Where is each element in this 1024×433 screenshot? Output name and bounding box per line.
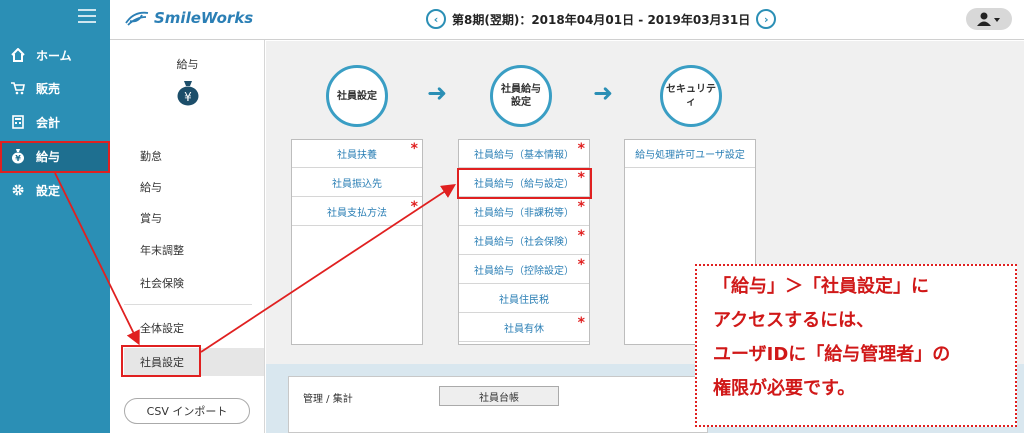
nav-item-settings[interactable]: 設定 bbox=[0, 175, 110, 205]
csv-import-button[interactable]: CSV インポート bbox=[124, 398, 250, 424]
nav-item-sales[interactable]: 販売 bbox=[0, 73, 110, 103]
user-icon bbox=[977, 12, 1000, 26]
submenu-item-bonus[interactable]: 賞与 bbox=[140, 210, 162, 226]
nav-item-home[interactable]: ホーム bbox=[0, 40, 110, 70]
callout-note: 「給与」＞「社員設定」に アクセスするには、 ユーザIDに「給与管理者」の 権限… bbox=[695, 264, 1017, 427]
link-employee-dependents[interactable]: 社員扶養 * bbox=[292, 140, 422, 168]
home-icon bbox=[10, 47, 26, 63]
nav-label: 会計 bbox=[36, 115, 61, 130]
link-salary-nontaxable[interactable]: 社員給与（非課税等） * bbox=[459, 198, 589, 226]
step-label: 社員給与設定 bbox=[501, 84, 541, 108]
hamburger-menu-icon[interactable] bbox=[78, 9, 96, 23]
next-period-button[interactable]: › bbox=[756, 9, 777, 29]
arrow-right-icon: ➜ bbox=[427, 79, 448, 107]
link-text: 社員有休 bbox=[504, 324, 544, 335]
required-mark: * bbox=[577, 141, 585, 157]
fiscal-period-selector: ‹ 第8期(翌期)：2018年04月01日 - 2019年03月31日 › bbox=[426, 9, 777, 29]
step-label: 社員設定 bbox=[337, 90, 377, 102]
step-label: セキュリティ bbox=[666, 84, 716, 108]
top-header: SmileWorks ‹ 第8期(翌期)：2018年04月01日 - 2019年… bbox=[110, 0, 1024, 40]
step-security: セキュリティ bbox=[660, 65, 722, 127]
link-paid-leave[interactable]: 社員有休 * bbox=[459, 314, 589, 342]
submenu-title: 給与 bbox=[176, 58, 199, 71]
link-text: 社員住民税 bbox=[499, 295, 549, 306]
link-resident-tax[interactable]: 社員住民税 bbox=[459, 285, 589, 313]
user-menu-button[interactable] bbox=[966, 8, 1012, 30]
required-mark: * bbox=[577, 199, 585, 215]
chevron-left-icon: ‹ bbox=[433, 12, 439, 26]
submenu-item-social-insurance[interactable]: 社会保険 bbox=[140, 275, 184, 291]
submenu-item-general-settings[interactable]: 全体設定 bbox=[140, 320, 184, 336]
submenu-divider bbox=[124, 304, 252, 305]
required-mark: * bbox=[577, 315, 585, 331]
highlight-payroll-nav bbox=[0, 141, 110, 173]
link-salary-basic[interactable]: 社員給与（基本情報） * bbox=[459, 140, 589, 168]
nav-item-accounting[interactable]: 会計 bbox=[0, 107, 110, 137]
submenu-item-salary[interactable]: 給与 bbox=[140, 179, 162, 195]
callout-line: ユーザIDに「給与管理者」の bbox=[713, 344, 951, 365]
step-employee-salary-settings: 社員給与設定 bbox=[490, 65, 552, 127]
nav-label: 販売 bbox=[36, 81, 61, 96]
required-mark: * bbox=[577, 257, 585, 273]
link-text: 社員給与（基本情報） bbox=[474, 150, 574, 161]
link-text: 社員給与（社会保険） bbox=[474, 237, 574, 248]
employee-settings-panel: 社員扶養 * 社員振込先 社員支払方法 * bbox=[291, 139, 423, 345]
callout-line: 権限が必要です。 bbox=[713, 378, 856, 399]
required-mark: * bbox=[410, 141, 418, 157]
link-salary-deductions[interactable]: 社員給与（控除設定） * bbox=[459, 256, 589, 284]
link-text: 社員給与（非課税等） bbox=[474, 208, 574, 219]
main-nav: ホーム 販売 会計 ¥ 給与 設定 bbox=[0, 0, 110, 433]
link-employee-payment-method[interactable]: 社員支払方法 * bbox=[292, 198, 422, 226]
gear-icon bbox=[10, 182, 26, 198]
fiscal-period-text: 第8期(翌期)：2018年04月01日 - 2019年03月31日 bbox=[452, 12, 751, 27]
link-text: 給与処理許可ユーザ設定 bbox=[635, 150, 745, 161]
svg-text:¥: ¥ bbox=[184, 90, 192, 104]
step-employee-settings: 社員設定 bbox=[326, 65, 388, 127]
nav-label: ホーム bbox=[36, 48, 72, 63]
link-payroll-user-permission[interactable]: 給与処理許可ユーザ設定 bbox=[625, 140, 755, 168]
link-text: 社員扶養 bbox=[337, 150, 377, 161]
smileworks-logo-icon bbox=[125, 11, 149, 26]
link-text: 社員支払方法 bbox=[327, 208, 387, 219]
required-mark: * bbox=[577, 228, 585, 244]
submenu-item-year-end[interactable]: 年末調整 bbox=[140, 242, 184, 258]
nav-label: 設定 bbox=[36, 183, 61, 198]
chevron-right-icon: › bbox=[763, 12, 769, 26]
callout-line: アクセスするには、 bbox=[713, 310, 875, 331]
calculator-icon bbox=[10, 114, 26, 130]
management-label: 管理 / 集計 bbox=[303, 394, 353, 405]
management-card: 管理 / 集計 社員台帳 bbox=[288, 376, 708, 433]
arrow-right-icon: ➜ bbox=[593, 79, 614, 107]
highlight-salary-settings bbox=[457, 168, 592, 199]
app-logo[interactable]: SmileWorks bbox=[124, 9, 253, 27]
highlight-employee-settings bbox=[121, 345, 201, 377]
callout-line: 「給与」＞「社員設定」に bbox=[713, 276, 929, 297]
logo-text: SmileWorks bbox=[154, 9, 254, 27]
link-salary-social-insurance[interactable]: 社員給与（社会保険） * bbox=[459, 227, 589, 255]
submenu-item-attendance[interactable]: 勤怠 bbox=[140, 148, 162, 164]
cart-icon bbox=[10, 80, 26, 96]
link-text: 社員給与（控除設定） bbox=[474, 266, 574, 277]
employee-ledger-button[interactable]: 社員台帳 bbox=[439, 386, 559, 406]
link-text: 社員振込先 bbox=[332, 179, 382, 190]
prev-period-button[interactable]: ‹ bbox=[426, 9, 446, 29]
moneybag-icon: ¥ bbox=[176, 80, 200, 106]
required-mark: * bbox=[410, 199, 418, 215]
link-employee-bank-account[interactable]: 社員振込先 bbox=[292, 169, 422, 197]
